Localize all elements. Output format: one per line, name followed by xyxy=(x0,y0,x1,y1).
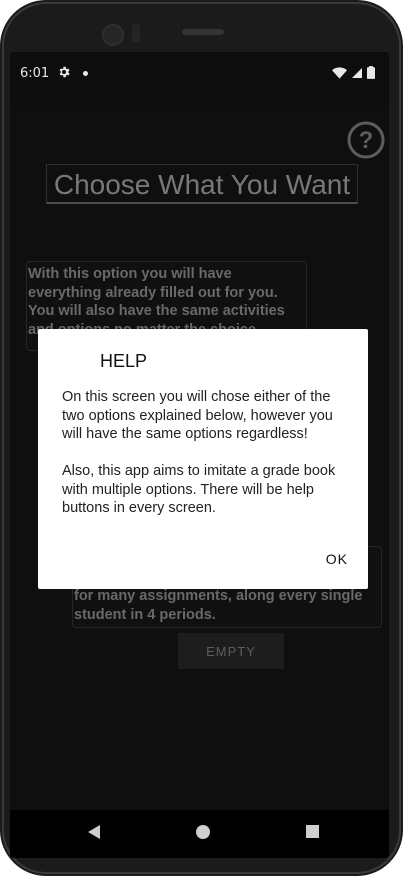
dialog-title: HELP xyxy=(100,351,148,371)
screen: 6:01 ? Choose What You Want With this op… xyxy=(10,52,389,858)
battery-icon xyxy=(367,66,375,79)
ok-button[interactable]: OK xyxy=(326,551,348,567)
recents-square-icon[interactable] xyxy=(306,825,319,838)
notification-dot-icon xyxy=(83,71,88,76)
status-bar: 6:01 xyxy=(10,52,389,110)
status-time: 6:01 xyxy=(20,66,50,81)
help-dialog: HELP On this screen you will chose eithe… xyxy=(38,329,368,589)
cell-signal-icon xyxy=(352,67,362,78)
front-camera xyxy=(102,24,124,46)
navigation-bar xyxy=(10,810,389,858)
app-content: ? Choose What You Want With this option … xyxy=(10,110,389,810)
dialog-message: On this screen you will chose either of … xyxy=(62,388,352,518)
earpiece-speaker xyxy=(182,29,224,35)
proximity-sensor xyxy=(132,24,140,42)
wifi-icon xyxy=(332,66,347,79)
phone-frame: 6:01 ? Choose What You Want With this op… xyxy=(0,0,403,876)
home-circle-icon[interactable] xyxy=(196,825,210,839)
dialog-paragraph-1: On this screen you will chose either of … xyxy=(62,389,333,442)
back-triangle-icon[interactable] xyxy=(86,824,102,840)
status-icons xyxy=(332,66,375,79)
dialog-paragraph-2: Also, this app aims to imitate a grade b… xyxy=(62,463,336,516)
settings-gear-icon xyxy=(59,66,70,78)
